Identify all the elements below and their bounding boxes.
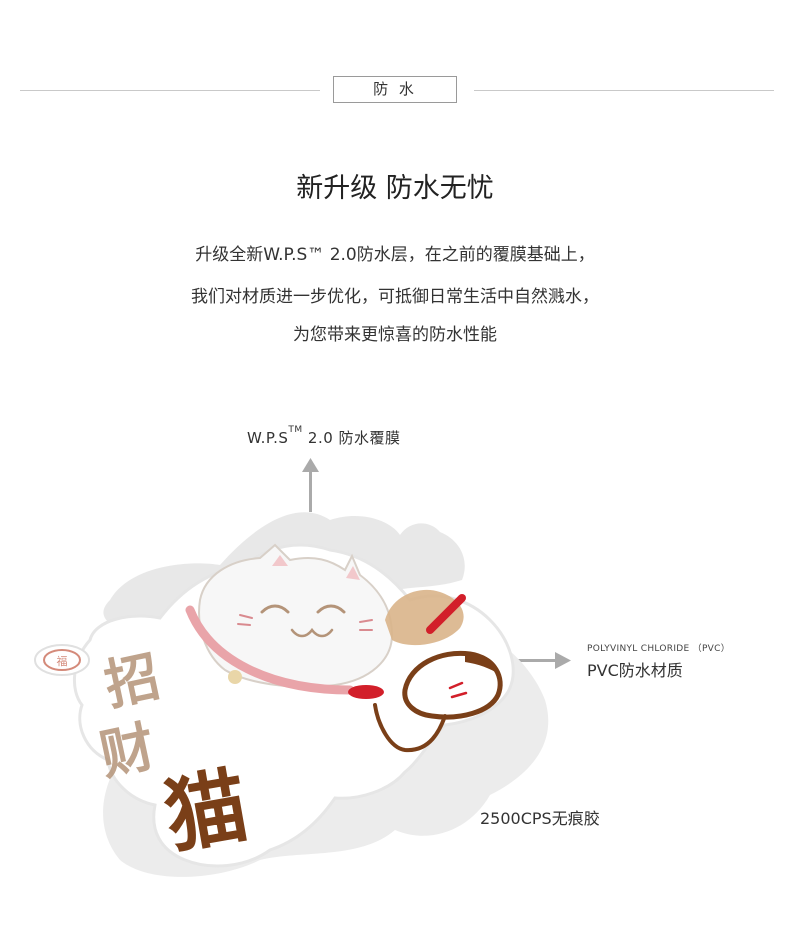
sticker-illustration: 福 招 财 猫	[34, 458, 571, 877]
section-tag: 防 水	[333, 76, 457, 103]
headline: 新升级 防水无忧	[296, 173, 494, 204]
divider-right	[474, 90, 774, 91]
divider-left	[20, 90, 320, 91]
description-line-3: 为您带来更惊喜的防水性能	[293, 325, 497, 345]
cat-bell	[228, 670, 242, 684]
description-line-1: 升级全新W.P.S™ 2.0防水层，在之前的覆膜基础上，	[195, 245, 595, 265]
collar-bow	[348, 685, 384, 699]
title-char-3: 猫	[158, 758, 255, 866]
arrow-up-icon	[302, 458, 319, 512]
fortune-badge-text: 福	[57, 654, 68, 668]
description-line-2: 我们对材质进一步优化，可抵御日常生活中自然溅水，	[191, 287, 599, 307]
